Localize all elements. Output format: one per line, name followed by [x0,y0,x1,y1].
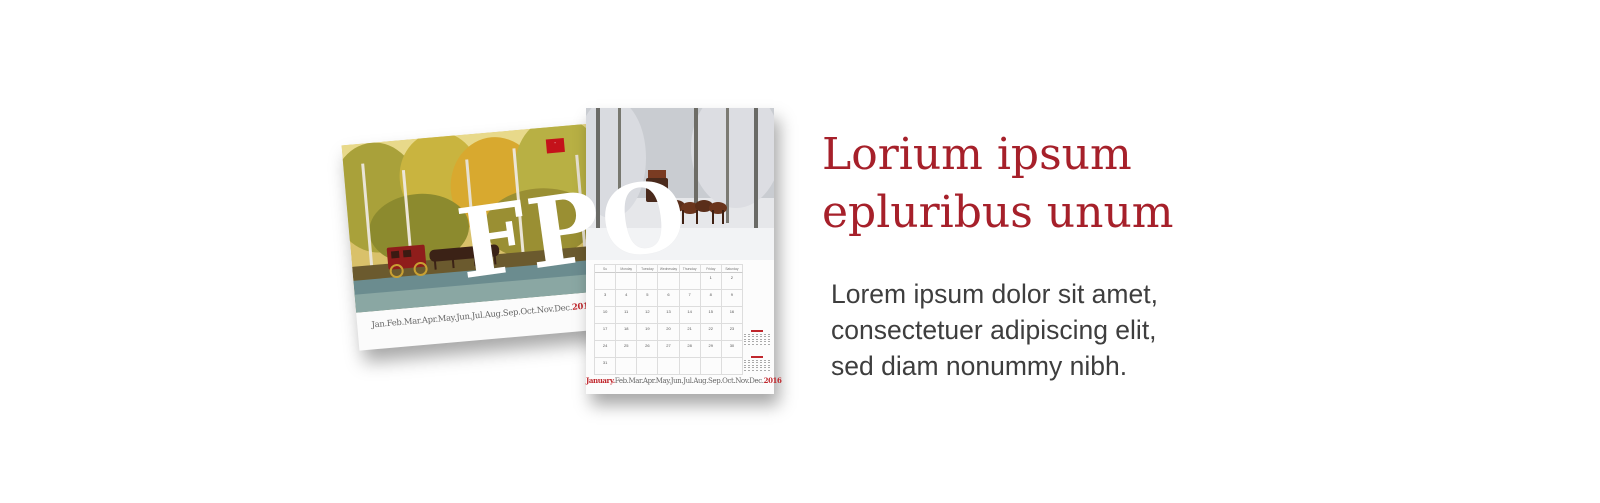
day-cell: 13 [658,307,680,324]
day-cell: 3 [595,290,617,307]
headline: Lorium ipsum epluribus unum [822,126,1382,242]
day-cell [637,358,659,375]
day-cell: 29 [700,341,722,358]
day-cell: 7 [679,290,701,307]
day-cell: 15 [700,307,722,324]
day-cell: 11 [616,307,638,324]
day-cell: 28 [679,341,701,358]
body-line-1: Lorem ipsum dolor sit amet, [831,279,1158,309]
day-cell: 26 [637,341,659,358]
bank-logo-icon: ▪ [545,137,565,154]
current-month: January. [586,376,615,385]
day-cell [658,358,680,375]
month-grid: Su Monday Tuesday Wednesday Thursday Fri… [594,264,743,375]
day-cell: 18 [616,324,638,341]
day-cell [679,273,701,290]
day-cell: 14 [679,307,701,324]
calendar-year: 2016 [763,376,782,385]
day-cell: 4 [616,290,638,307]
day-cell: 8 [700,290,722,307]
day-cell [721,358,743,375]
day-cell: 31 [595,358,617,375]
day-cell [679,358,701,375]
day-cell: 10 [595,307,617,324]
day-cell: 25 [616,341,638,358]
day-cell: 2 [721,273,743,290]
day-cell: 12 [637,307,659,324]
day-cell [700,358,722,375]
weekday-header: Friday [700,265,722,273]
day-cell: 1 [700,273,722,290]
day-cell: 19 [637,324,659,341]
day-cell: 17 [595,324,617,341]
headline-line-2: epluribus unum [822,187,1174,238]
day-cell [616,358,638,375]
month-list: Feb.Mar.Apr.May.Jun.Jul.Aug.Sep.Oct.Nov.… [614,377,764,385]
mini-calendar-next [744,356,770,372]
day-cell: 16 [721,307,743,324]
weekday-header: Saturday [721,265,743,273]
day-cell: 20 [658,324,680,341]
body-line-2: consectetuer adipiscing elit, [831,315,1157,345]
day-cell: 22 [700,324,722,341]
day-cell: 9 [721,290,743,307]
calendar-month-strip: January.Feb.Mar.Apr.May.Jun.Jul.Aug.Sep.… [586,376,782,385]
day-cell: 27 [658,341,680,358]
day-cell: 24 [595,341,617,358]
body-line-3: sed diam nonummy nibh. [831,351,1128,381]
mini-calendar-previous [744,330,770,346]
headline-line-1: Lorium ipsum [822,129,1132,180]
day-cell [658,273,680,290]
body-copy: Lorem ipsum dolor sit amet, consectetuer… [831,276,1351,384]
day-cell: 21 [679,324,701,341]
day-cell: 30 [721,341,743,358]
day-cell: 23 [721,324,743,341]
day-cell: 6 [658,290,680,307]
day-cell: 5 [637,290,659,307]
